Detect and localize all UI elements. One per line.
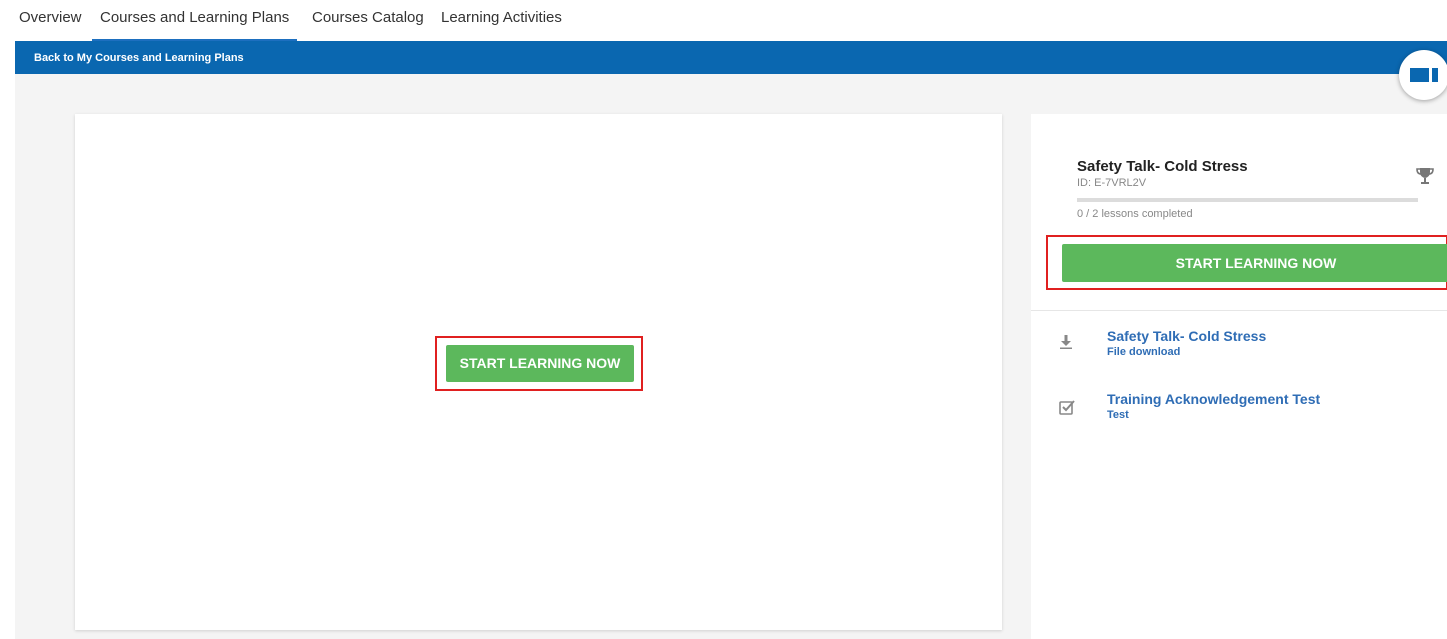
lesson-item[interactable]: Safety Talk- Cold Stress File download xyxy=(1031,328,1447,378)
course-sidebar: Safety Talk- Cold Stress ID: E-7VRL2V 0 … xyxy=(1031,114,1447,639)
course-progress-bar xyxy=(1077,198,1418,202)
lesson-name[interactable]: Training Acknowledgement Test xyxy=(1107,391,1320,407)
trophy-icon xyxy=(1415,166,1435,191)
course-player: START LEARNING NOW xyxy=(75,114,1002,630)
lesson-type: File download xyxy=(1107,346,1181,358)
tab-overview[interactable]: Overview xyxy=(19,9,82,26)
course-title: Safety Talk- Cold Stress xyxy=(1077,158,1248,175)
lesson-name[interactable]: Safety Talk- Cold Stress xyxy=(1107,328,1266,344)
download-icon xyxy=(1059,335,1073,354)
breadcrumb-bar: Back to My Courses and Learning Plans xyxy=(15,41,1447,74)
lesson-item[interactable]: Training Acknowledgement Test Test xyxy=(1031,391,1447,441)
back-to-courses-link[interactable]: Back to My Courses and Learning Plans xyxy=(34,52,244,64)
tab-learning-activities[interactable]: Learning Activities xyxy=(441,9,562,26)
lesson-type: Test xyxy=(1107,409,1129,421)
checkbox-icon xyxy=(1059,399,1075,420)
lessons-completed-text: 0 / 2 lessons completed xyxy=(1077,208,1193,220)
highlight-frame-sidebar: START LEARNING NOW xyxy=(1046,235,1447,290)
course-id: ID: E-7VRL2V xyxy=(1077,177,1147,189)
start-learning-button[interactable]: START LEARNING NOW xyxy=(446,345,634,382)
toggle-panel-button[interactable] xyxy=(1399,50,1447,100)
start-learning-sidebar-button[interactable]: START LEARNING NOW xyxy=(1062,244,1447,282)
tab-courses-catalog[interactable]: Courses Catalog xyxy=(312,9,424,26)
divider xyxy=(1031,310,1447,311)
tab-courses-and-learning-plans[interactable]: Courses and Learning Plans xyxy=(91,9,298,41)
highlight-frame: START LEARNING NOW xyxy=(435,336,643,391)
panel-toggle-icon xyxy=(1410,68,1438,82)
top-navigation: Overview Courses and Learning Plans Cour… xyxy=(0,0,1447,41)
